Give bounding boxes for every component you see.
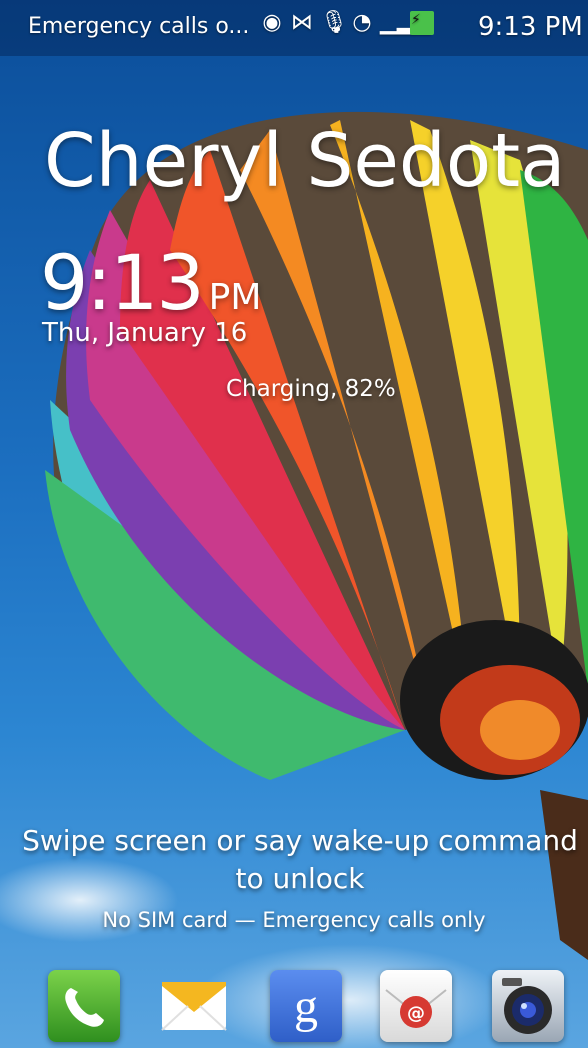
charging-status: Charging, 82%	[226, 376, 396, 402]
lock-clock: 9:13 PM	[40, 238, 261, 327]
sim-status: No SIM card — Emergency calls only	[102, 908, 486, 932]
app-shortcut-dock: g @	[0, 968, 588, 1044]
notification-text: Emergency calls o...	[28, 14, 250, 39]
clock-time: 9:13	[40, 238, 205, 327]
battery-charging-icon	[410, 10, 434, 35]
status-bar[interactable]: Emergency calls o... ◉ ⋈ 🎙 ◔ ▁▂▃ 9:13 PM	[0, 0, 588, 56]
owner-name: Cheryl Sedota	[44, 118, 566, 204]
status-icons: ◉ ⋈ 🎙 ◔ ▁▂▃	[260, 10, 434, 35]
unlock-hint: Swipe screen or say wake-up command to u…	[22, 824, 578, 895]
eye-icon: ◉	[262, 10, 282, 35]
messages-app-icon[interactable]	[158, 970, 230, 1042]
phone-app-icon[interactable]	[48, 970, 120, 1042]
wifi-icon: ◔	[352, 10, 372, 35]
microphone-icon: 🎙	[320, 10, 348, 35]
google-app-icon[interactable]: g	[270, 970, 342, 1042]
camera-app-icon[interactable]	[492, 970, 564, 1042]
nfc-icon: ⋈	[291, 10, 313, 35]
svg-text:g: g	[294, 980, 318, 1033]
signal-icon: ▁▂▃	[380, 10, 431, 35]
lock-date: Thu, January 16	[42, 318, 248, 348]
svg-text:@: @	[407, 1003, 425, 1024]
clock-ampm: PM	[208, 277, 262, 318]
status-time: 9:13 PM	[478, 12, 583, 42]
email-app-icon[interactable]: @	[380, 970, 452, 1042]
